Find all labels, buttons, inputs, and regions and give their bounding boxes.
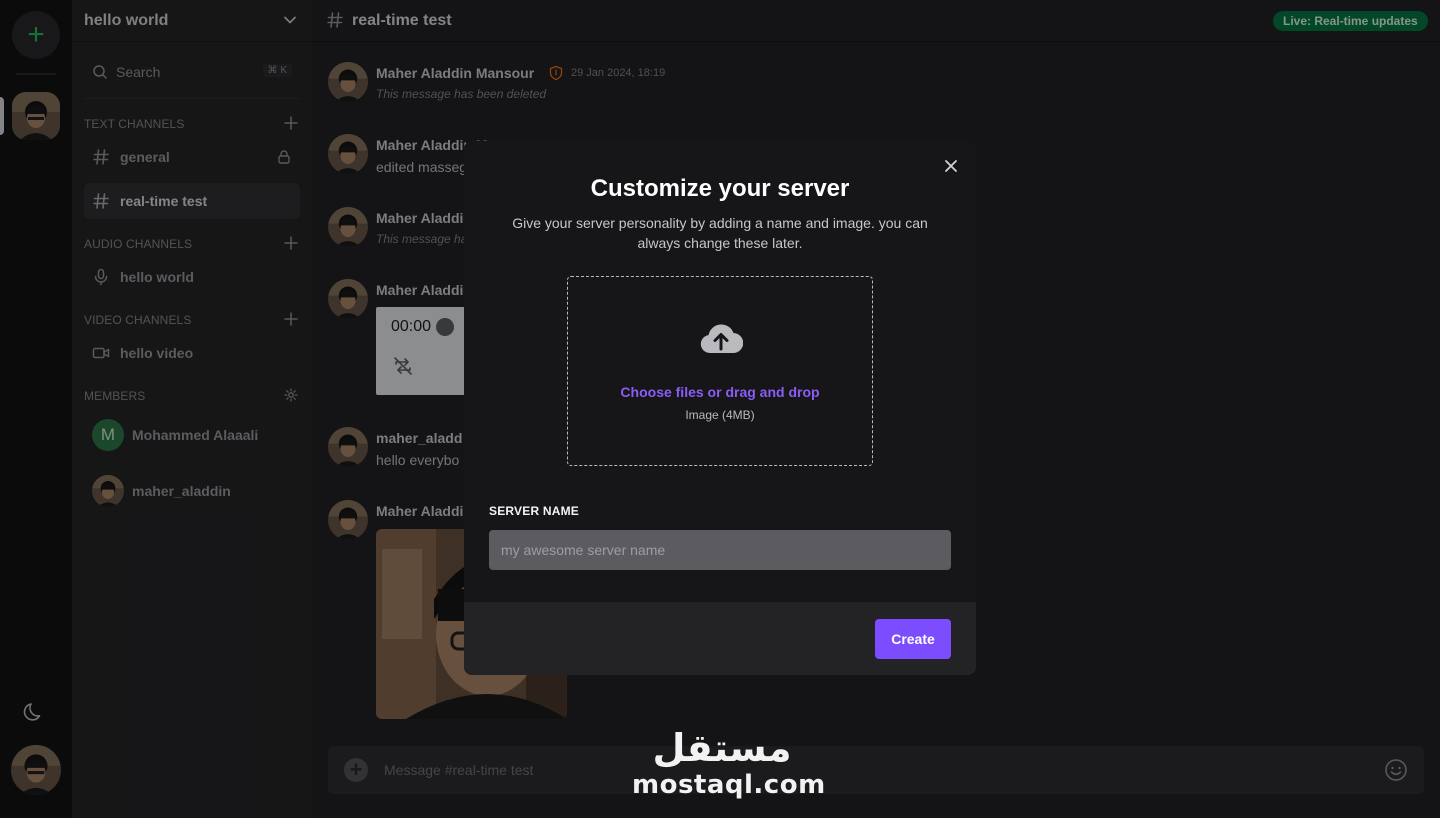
modal-title: Customize your server (590, 175, 850, 202)
watermark: مستقل mostaql.com (632, 725, 826, 805)
create-server-modal: Customize your server Give your server p… (464, 141, 976, 675)
modal-footer: Create (464, 602, 976, 675)
cloud-upload-icon (700, 324, 743, 354)
watermark-arabic: مستقل (652, 726, 792, 770)
image-upload-dropzone[interactable]: Choose files or drag and drop Image (4MB… (567, 276, 873, 466)
close-icon[interactable] (944, 159, 958, 173)
choose-files-link[interactable]: Choose files or drag and drop (568, 384, 872, 400)
server-name-input[interactable] (489, 530, 951, 570)
watermark-latin: mostaql.com (632, 770, 826, 800)
server-name-label: SERVER NAME (489, 504, 579, 518)
create-button[interactable]: Create (875, 619, 951, 659)
modal-description: Give your server personality by adding a… (512, 215, 928, 251)
upload-size-hint: Image (4MB) (685, 408, 755, 422)
